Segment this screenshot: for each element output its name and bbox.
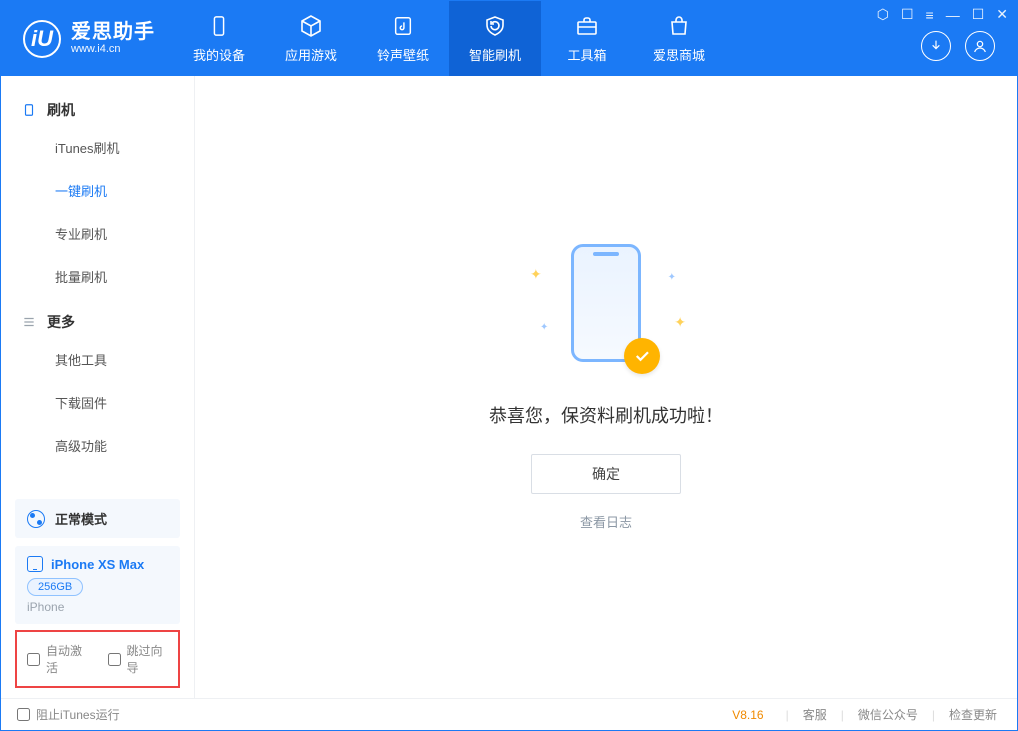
version-label: V8.16	[732, 708, 763, 722]
sidebar: 刷机 iTunes刷机 一键刷机 专业刷机 批量刷机 更多 其他工具 下载固件 …	[1, 76, 195, 698]
sidebar-item-pro-flash[interactable]: 专业刷机	[1, 212, 194, 255]
normal-mode-icon	[27, 510, 45, 528]
ok-button[interactable]: 确定	[531, 454, 681, 494]
sidebar-item-oneclick-flash[interactable]: 一键刷机	[1, 169, 194, 212]
phone-icon	[206, 13, 232, 39]
brand-logo-icon: iU	[23, 20, 61, 58]
checkbox-skip-guide[interactable]: 跳过向导	[108, 642, 169, 676]
sparkle-icon: ✦	[674, 314, 686, 331]
device-type: iPhone	[27, 600, 168, 614]
sidebar-group-flash: 刷机	[1, 86, 194, 126]
maximize-icon[interactable]: ☐	[972, 6, 985, 23]
download-manager-button[interactable]	[921, 31, 951, 61]
checkbox-block-itunes[interactable]: 阻止iTunes运行	[17, 706, 120, 723]
window-controls: ⬡ ☐ ≡ — ☐ ✕	[877, 6, 1008, 23]
sidebar-item-advanced[interactable]: 高级功能	[1, 424, 194, 467]
sparkle-icon: ✦	[530, 266, 542, 283]
device-mode-card[interactable]: 正常模式	[15, 499, 180, 538]
music-note-icon	[390, 13, 416, 39]
checkbox-auto-activate[interactable]: 自动激活	[27, 642, 88, 676]
sidebar-item-itunes-flash[interactable]: iTunes刷机	[1, 126, 194, 169]
tab-ringtone-wallpaper[interactable]: 铃声壁纸	[357, 1, 449, 76]
phone-small-icon	[27, 556, 43, 572]
success-message: 恭喜您，保资料刷机成功啦！	[489, 402, 723, 428]
device-capacity: 256GB	[27, 578, 83, 596]
toolbox-icon	[574, 13, 600, 39]
checkmark-badge-icon	[624, 338, 660, 374]
footer-link-wechat[interactable]: 微信公众号	[854, 706, 922, 723]
lock-icon[interactable]: ☐	[901, 6, 914, 23]
main-tabs: 我的设备 应用游戏 铃声壁纸 智能刷机 工具箱 爱思商城	[173, 1, 725, 76]
account-button[interactable]	[965, 31, 995, 61]
tab-smart-flash[interactable]: 智能刷机	[449, 1, 541, 76]
tshirt-icon[interactable]: ⬡	[877, 6, 889, 23]
brand: iU 爱思助手 www.i4.cn	[1, 1, 173, 76]
list-icon	[21, 314, 37, 330]
tab-apps-games[interactable]: 应用游戏	[265, 1, 357, 76]
menu-icon[interactable]: ≡	[926, 7, 934, 23]
close-icon[interactable]: ✕	[996, 6, 1008, 23]
status-bar: 阻止iTunes运行 V8.16 | 客服 | 微信公众号 | 检查更新	[1, 698, 1017, 730]
tab-toolbox[interactable]: 工具箱	[541, 1, 633, 76]
footer-link-update[interactable]: 检查更新	[945, 706, 1001, 723]
flash-options-highlight: 自动激活 跳过向导	[15, 630, 180, 688]
device-icon	[21, 102, 37, 118]
sparkle-icon: ✦	[540, 322, 548, 333]
sidebar-group-more: 更多	[1, 298, 194, 338]
tab-store[interactable]: 爱思商城	[633, 1, 725, 76]
sidebar-item-download-firmware[interactable]: 下载固件	[1, 381, 194, 424]
cube-icon	[298, 13, 324, 39]
view-log-link[interactable]: 查看日志	[580, 512, 632, 531]
minimize-icon[interactable]: —	[946, 7, 960, 23]
sparkle-icon: ✦	[668, 272, 676, 283]
success-illustration: ✦ ✦ ✦ ✦	[526, 244, 686, 384]
footer-link-support[interactable]: 客服	[799, 706, 831, 723]
brand-name: 爱思助手	[71, 21, 155, 43]
brand-url: www.i4.cn	[71, 43, 155, 55]
refresh-shield-icon	[482, 13, 508, 39]
main-content: ✦ ✦ ✦ ✦ 恭喜您，保资料刷机成功啦！ 确定 查看日志	[195, 76, 1017, 698]
device-name: iPhone XS Max	[51, 557, 144, 572]
sidebar-item-other-tools[interactable]: 其他工具	[1, 338, 194, 381]
device-card[interactable]: iPhone XS Max 256GB iPhone	[15, 546, 180, 624]
tab-my-device[interactable]: 我的设备	[173, 1, 265, 76]
sidebar-item-batch-flash[interactable]: 批量刷机	[1, 255, 194, 298]
shopping-bag-icon	[666, 13, 692, 39]
app-header: iU 爱思助手 www.i4.cn 我的设备 应用游戏 铃声壁纸 智能刷机	[1, 1, 1017, 76]
